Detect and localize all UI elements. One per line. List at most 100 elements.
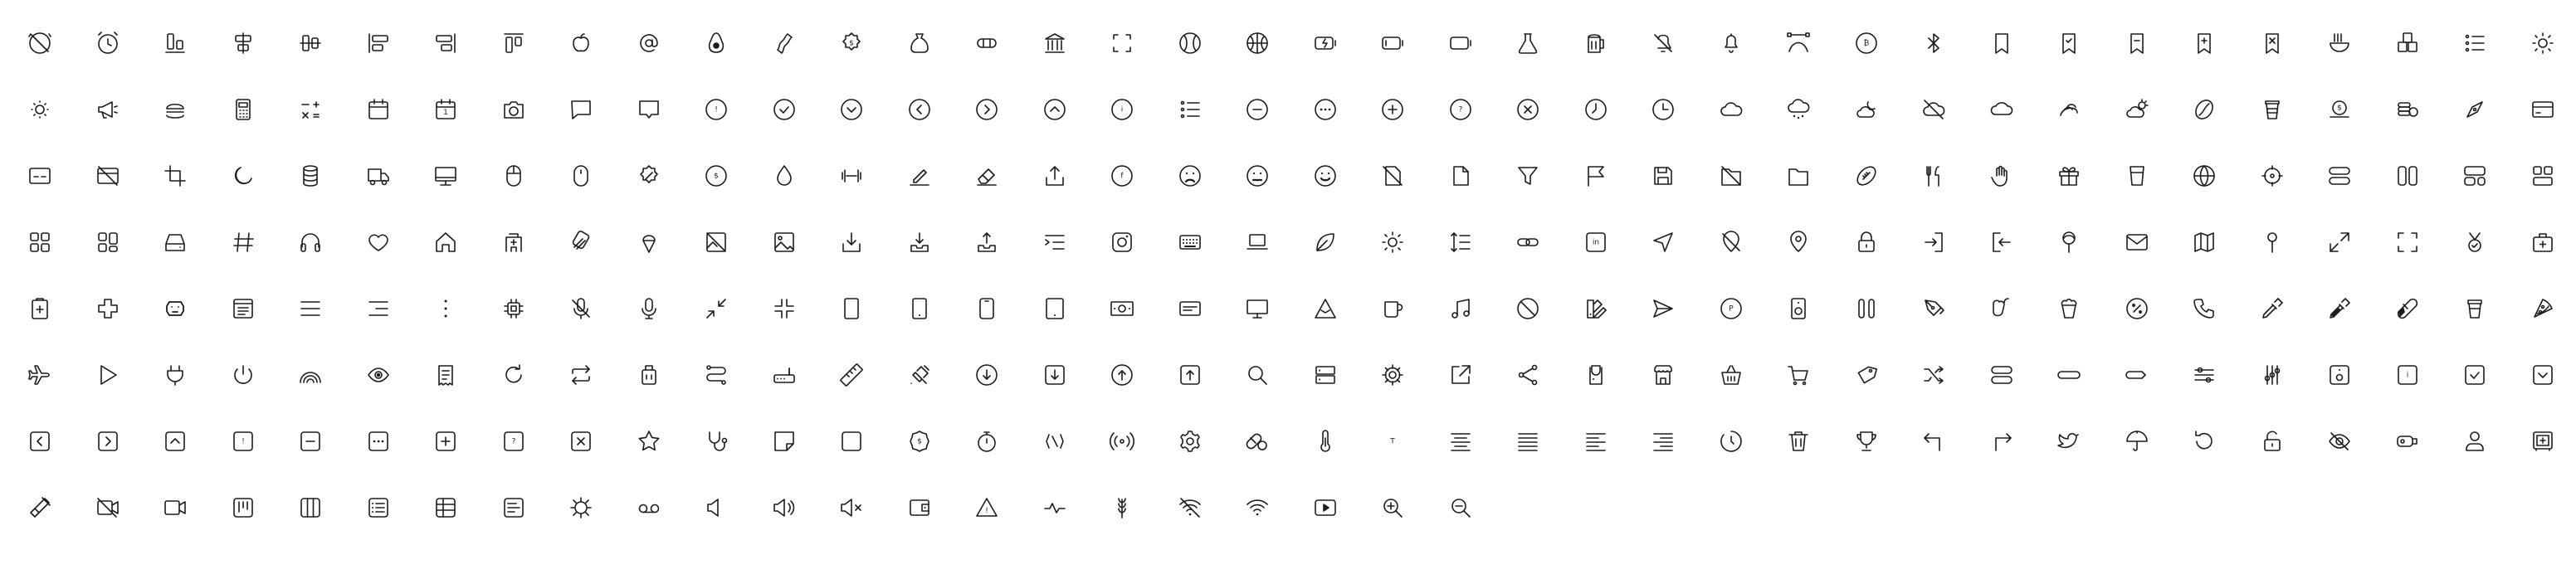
bookmark-x-icon-cell	[2256, 27, 2324, 93]
undo-icon-cell	[2188, 425, 2256, 491]
square-x-icon-cell	[564, 425, 632, 491]
cloud-moon-icon-cell	[1850, 93, 1918, 159]
upload-circle-icon-cell	[1105, 358, 1173, 425]
floppy-disk-icon	[1654, 167, 1672, 185]
inbox-download-icon	[842, 232, 861, 252]
pepper-icon-cell	[1985, 292, 2053, 358]
home-icon	[436, 232, 456, 252]
football-icon	[1856, 166, 1876, 186]
svg-text:i: i	[2406, 372, 2408, 380]
clock-alt-icon	[1584, 99, 1607, 120]
cpu-icon	[503, 299, 524, 319]
square-chevron-right-icon	[97, 431, 118, 451]
lock-icon-cell	[1850, 226, 1918, 292]
pause-icon	[1857, 299, 1875, 319]
upload-square-icon-cell	[1173, 358, 1242, 425]
upload-circle-icon	[1111, 364, 1133, 386]
zoom-out-icon	[1451, 499, 1471, 518]
columns-icon-cell	[294, 491, 362, 557]
menu-icon	[300, 301, 320, 316]
linkedin-icon-cell: in	[1579, 226, 1647, 292]
bullet-list-icon	[2465, 34, 2485, 52]
speaker-icon	[1791, 298, 1806, 319]
coffee-bean-icon	[2195, 100, 2213, 119]
bitcoin-icon: ₿	[1855, 32, 1877, 54]
location-off-icon	[1721, 231, 1740, 252]
indent-list-icon	[1044, 235, 1065, 250]
globe-icon	[2193, 165, 2215, 187]
ice-cream-icon-cell	[632, 226, 700, 292]
align-center-v-icon	[300, 35, 321, 51]
coffee-cup-icon-cell	[2256, 93, 2324, 159]
dollar-circle-icon: $	[705, 165, 727, 187]
popcorn-icon	[2061, 298, 2077, 319]
tablet-alt-icon-cell	[1038, 292, 1106, 358]
shop-icon-cell	[1647, 358, 1715, 425]
glass-icon-cell	[2120, 159, 2188, 226]
info-circle-icon-cell: i	[1105, 93, 1173, 159]
map-pin-icon-cell	[1782, 226, 1850, 292]
alert-circle-icon-cell: !	[700, 93, 768, 159]
bandage-icon	[977, 38, 997, 48]
medical-cross-icon-cell	[91, 292, 159, 358]
square-icon-cell	[835, 425, 903, 491]
block-icon-cell	[1511, 292, 1579, 358]
pills-icon	[1246, 433, 1267, 450]
emoji-happy-icon-cell	[1309, 159, 1377, 226]
svg-text:T: T	[1389, 438, 1395, 446]
x-circle-icon	[1517, 99, 1539, 120]
hard-drive-icon-cell	[159, 226, 227, 292]
rainbow-icon	[300, 372, 321, 383]
table-view-icon-cell	[429, 491, 497, 557]
at-sign-icon	[639, 34, 658, 52]
bookmark-icon	[1994, 33, 2008, 54]
mouse-icon-cell	[497, 159, 565, 226]
fullscreen-icon	[2397, 232, 2417, 252]
ramen-bowl-icon-cell	[2323, 27, 2391, 93]
timer-reset-icon-cell	[1715, 425, 1783, 491]
alarm-clock-icon	[97, 32, 118, 54]
align-bottom-icon	[165, 33, 185, 53]
heart-icon	[368, 234, 388, 251]
svg-text:i: i	[1121, 106, 1124, 114]
warning-icon-cell: !	[970, 491, 1038, 557]
bookmark-plus-icon	[2198, 33, 2211, 54]
chat-bubble-icon-cell	[564, 93, 632, 159]
video-off-icon-cell	[91, 491, 159, 557]
columns-layout-icon	[2397, 166, 2417, 186]
square-info-icon: i	[2397, 365, 2417, 385]
mountain-icon	[1314, 299, 1336, 319]
bookmark-plus-icon-cell	[2188, 27, 2256, 93]
cloud-snow-icon-cell	[1782, 93, 1850, 159]
music-note-icon-cell	[1444, 292, 1512, 358]
location-off-icon-cell	[1715, 226, 1783, 292]
alarm-clock-icon-cell	[91, 27, 159, 93]
pill-icon	[2397, 298, 2417, 319]
pepper-icon	[1992, 298, 2009, 317]
chevron-up-circle-icon-cell	[1038, 93, 1106, 159]
voicemail-icon	[638, 504, 659, 513]
volume-low-icon	[707, 499, 719, 517]
zoom-in-icon-cell	[1376, 491, 1444, 557]
cloud-outline-icon-cell	[1985, 93, 2053, 159]
money-card-icon	[1178, 301, 1201, 316]
vial-icon-cell	[23, 491, 91, 557]
linkedin-icon: in	[1585, 232, 1606, 252]
safe-icon	[2532, 431, 2553, 451]
stopwatch-icon-cell	[970, 425, 1038, 491]
flag-icon	[1587, 166, 1604, 187]
shopping-cart-icon-cell	[1782, 358, 1850, 425]
droplet-icon	[776, 165, 792, 186]
server-icon-cell	[1309, 358, 1377, 425]
pause-icon-cell	[1850, 292, 1918, 358]
fork-knife-icon-cell	[1917, 159, 1985, 226]
basketball-icon-cell	[1241, 27, 1309, 93]
usb-drive-icon	[2396, 436, 2417, 447]
align-left-icon-cell	[362, 27, 430, 93]
battery-low-icon-cell	[1376, 27, 1444, 93]
bacon-icon	[776, 33, 793, 54]
nfc-icon-cell	[1038, 425, 1106, 491]
location-arrow-icon-cell	[1647, 226, 1715, 292]
chevron-down-circle-icon	[841, 99, 862, 120]
gift-icon	[2059, 167, 2079, 186]
